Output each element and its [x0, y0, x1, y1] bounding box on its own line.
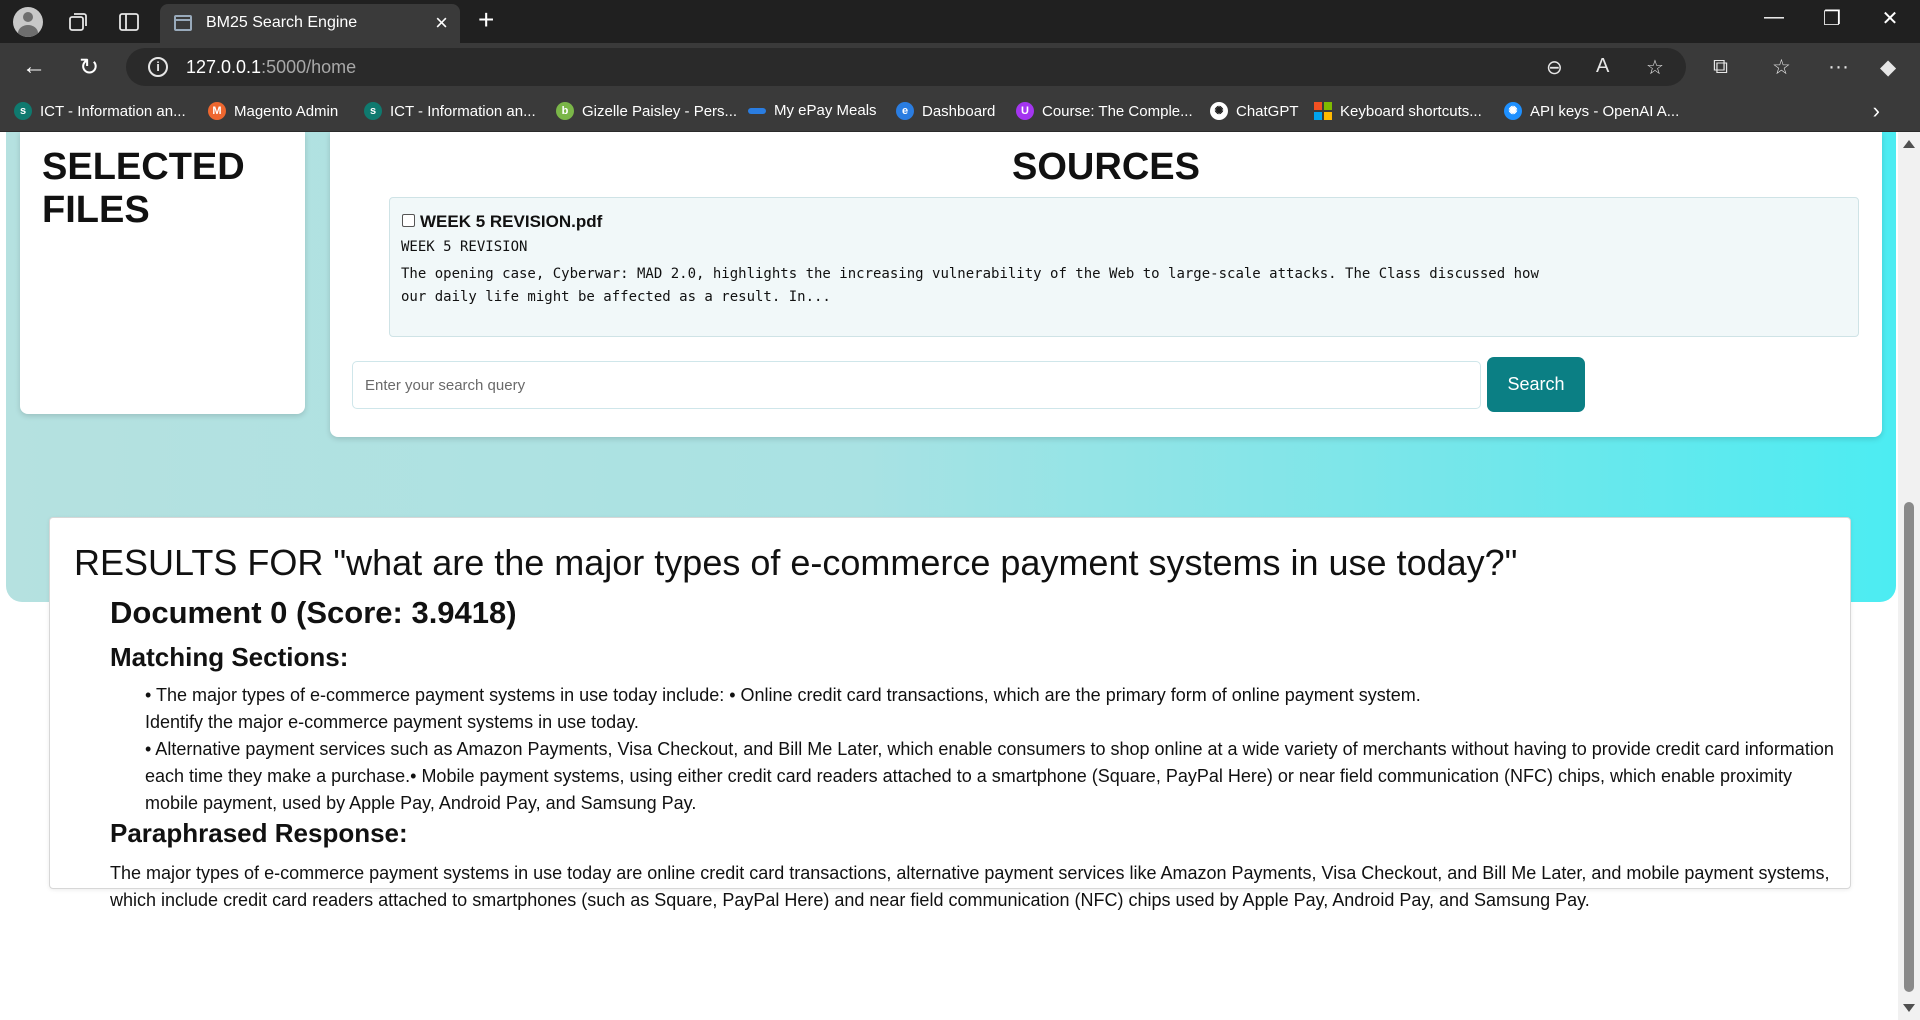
bookmark-item[interactable]: Keyboard shortcuts... — [1314, 102, 1482, 120]
matching-section-line: • Alternative payment services such as A… — [145, 739, 1834, 813]
matching-sections-list: • The major types of e-commerce payment … — [145, 682, 1835, 817]
minimize-icon[interactable]: — — [1754, 6, 1794, 29]
bookmark-item[interactable]: s ICT - Information an... — [364, 102, 536, 120]
bookmark-label: ChatGPT — [1236, 102, 1299, 120]
browser-titlebar: BM25 Search Engine × + — ❐ ✕ — [0, 0, 1920, 43]
selected-files-title: SELECTED FILES — [42, 146, 245, 231]
source-checkbox[interactable] — [402, 214, 415, 227]
bookmarks-bar: s ICT - Information an... M Magento Admin … — [0, 92, 1920, 132]
sources-title: SOURCES — [1012, 146, 1200, 188]
bookmark-label: Course: The Comple... — [1042, 102, 1193, 120]
page-scrollbar[interactable] — [1898, 132, 1920, 1020]
back-icon[interactable]: ← — [18, 53, 50, 81]
new-tab-icon[interactable]: + — [478, 4, 494, 36]
address-bar[interactable]: i 127.0.0.1:5000/home ⊖ A ☆ — [126, 48, 1686, 86]
search-button[interactable]: Search — [1487, 357, 1585, 412]
source-filename: WEEK 5 REVISION.pdf — [420, 212, 603, 231]
browser-tab[interactable]: BM25 Search Engine × — [160, 4, 460, 43]
bookmark-label: Gizelle Paisley - Pers... — [582, 102, 738, 120]
bookmark-label: API keys - OpenAI A... — [1530, 102, 1680, 120]
url-text: 127.0.0.1:5000/home — [186, 57, 356, 78]
bookmark-label: ICT - Information an... — [390, 102, 536, 120]
sources-panel: SOURCES WEEK 5 REVISION.pdf WEEK 5 REVIS… — [330, 132, 1882, 437]
magento-icon: M — [208, 102, 226, 120]
epay-icon — [748, 107, 766, 114]
page-favicon-icon — [174, 15, 192, 31]
bookmark-label: Dashboard — [922, 102, 996, 120]
site-info-icon[interactable]: i — [148, 57, 168, 77]
bookmark-label: Magento Admin — [234, 102, 339, 120]
source-snippet: The opening case, Cyberwar: MAD 2.0, hig… — [401, 266, 1539, 305]
sharepoint-icon: s — [364, 102, 382, 120]
zoom-out-icon[interactable]: ⊖ — [1546, 55, 1563, 80]
url-host: 127.0.0.1 — [186, 57, 262, 77]
favorites-icon[interactable]: ☆ — [1772, 55, 1791, 80]
bookmark-label: ICT - Information an... — [40, 102, 186, 120]
paraphrased-response-text: The major types of e-commerce payment sy… — [110, 863, 1830, 910]
bookmark-item[interactable]: My ePay Meals — [748, 102, 877, 119]
bookmark-item[interactable]: U Course: The Comple... — [1016, 102, 1193, 120]
tab-close-icon[interactable]: × — [435, 10, 448, 36]
openai-icon: ✺ — [1504, 102, 1522, 120]
microsoft-icon — [1314, 102, 1332, 120]
settings-more-icon[interactable]: ··· — [1828, 55, 1849, 79]
source-item: WEEK 5 REVISION.pdf WEEK 5 REVISION The … — [389, 197, 1859, 337]
restore-icon[interactable]: ❐ — [1812, 6, 1852, 31]
document-title: Document 0 (Score: 3.9418) — [110, 595, 517, 630]
udemy-icon: U — [1016, 102, 1034, 120]
paraphrased-response-heading: Paraphrased Response: — [110, 818, 408, 848]
browser-toolbar: ← ↻ i 127.0.0.1:5000/home ⊖ A ☆ ⧉ ☆ ··· … — [0, 43, 1920, 92]
bookmark-item[interactable]: ✺ API keys - OpenAI A... — [1504, 102, 1679, 120]
matching-sections-heading: Matching Sections: — [110, 642, 349, 672]
tab-title: BM25 Search Engine — [206, 14, 358, 31]
url-path: :5000/home — [261, 57, 357, 77]
bitbucket-icon: b — [556, 102, 574, 120]
bookmark-item[interactable]: M Magento Admin — [208, 102, 338, 120]
bookmark-item[interactable]: s ICT - Information an... — [14, 102, 186, 120]
read-aloud-icon[interactable]: A — [1596, 55, 1609, 78]
chatgpt-icon: ✺ — [1210, 102, 1228, 120]
matching-section-line: • The major types of e-commerce payment … — [145, 685, 1421, 705]
scrollbar-thumb[interactable] — [1904, 502, 1914, 992]
window-close-icon[interactable]: ✕ — [1870, 6, 1910, 31]
bookmarks-overflow-chevron-icon[interactable]: › — [1873, 98, 1880, 124]
bookmark-label: Keyboard shortcuts... — [1340, 102, 1482, 120]
bookmark-label: My ePay Meals — [774, 102, 877, 119]
copilot-icon[interactable]: ◆ — [1880, 55, 1896, 80]
matching-section-line: Identify the major e-commerce payment sy… — [145, 712, 639, 732]
sharepoint-icon: s — [14, 102, 32, 120]
bookmark-item[interactable]: e Dashboard — [896, 102, 995, 120]
edge-icon: e — [896, 102, 914, 120]
vertical-tabs-icon[interactable] — [113, 6, 145, 38]
results-title: RESULTS FOR "what are the major types of… — [74, 542, 1518, 583]
favorite-star-icon[interactable]: ☆ — [1646, 55, 1664, 80]
bookmark-item[interactable]: ✺ ChatGPT — [1210, 102, 1299, 120]
workspaces-icon[interactable] — [62, 6, 94, 38]
extensions-icon[interactable]: ⧉ — [1713, 55, 1728, 79]
bookmark-item[interactable]: b Gizelle Paisley - Pers... — [556, 102, 737, 120]
profile-icon[interactable] — [12, 6, 44, 38]
source-heading: WEEK 5 REVISION — [401, 239, 528, 255]
page-viewport: SELECTED FILES SOURCES WEEK 5 REVISION.p… — [0, 132, 1898, 1020]
selected-files-panel: SELECTED FILES — [20, 132, 305, 414]
search-input[interactable] — [352, 361, 1481, 409]
scroll-down-arrow-icon[interactable] — [1903, 1004, 1915, 1012]
results-panel: RESULTS FOR "what are the major types of… — [49, 517, 1851, 910]
scroll-up-arrow-icon[interactable] — [1903, 140, 1915, 148]
refresh-icon[interactable]: ↻ — [73, 53, 105, 82]
